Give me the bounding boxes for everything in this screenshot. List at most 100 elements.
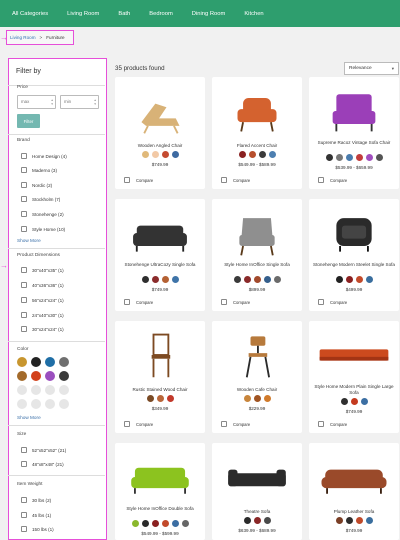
color-option-swatch[interactable] [273, 276, 281, 283]
color-option-swatch[interactable] [335, 276, 343, 283]
nav-all-categories[interactable]: All Categories [12, 11, 48, 17]
product-card[interactable]: Style Home InOffice Single Sofa $899.99 Co… [212, 199, 302, 311]
product-card[interactable]: Style Home InOffice Double Sofa $549.99 -… [115, 443, 205, 540]
color-option-swatch[interactable] [375, 154, 383, 161]
product-name[interactable]: Theatre Sofa [215, 509, 299, 515]
wood-chair-icon[interactable] [115, 329, 205, 381]
wingback-chair-icon[interactable] [212, 207, 302, 259]
compare-checkbox[interactable]: Compare [318, 421, 347, 427]
color-option-swatch[interactable] [355, 276, 363, 283]
color-option-swatch[interactable] [360, 398, 368, 405]
color-option-swatch[interactable] [171, 276, 179, 283]
color-option-swatch[interactable] [243, 395, 251, 402]
product-card[interactable]: Theatre Sofa $639.99 - $689.99 [212, 443, 302, 540]
product-name[interactable]: Plump Leather Sofa [312, 509, 396, 515]
price-min-input[interactable]: max ▴ ▾ [17, 95, 56, 109]
color-show-more-link[interactable]: Show More [17, 415, 41, 420]
color-option-swatch[interactable] [171, 520, 179, 527]
color-option-swatch[interactable] [151, 276, 159, 283]
compare-checkbox[interactable]: Compare [124, 299, 153, 305]
dimension-option[interactable]: 24"x40"x30" (1) [21, 312, 64, 318]
sort-select[interactable]: Relevance ▾ [344, 62, 399, 75]
color-swatch[interactable] [31, 357, 41, 367]
nav-bath[interactable]: Bath [118, 11, 130, 17]
color-option-swatch[interactable] [345, 154, 353, 161]
color-option-swatch[interactable] [335, 517, 343, 524]
color-option-swatch[interactable] [166, 395, 174, 402]
product-name[interactable]: Flared Accent Chair [215, 143, 299, 149]
lounge-chair-icon[interactable] [115, 85, 205, 137]
color-option-swatch[interactable] [345, 276, 353, 283]
color-option-swatch[interactable] [268, 151, 276, 158]
brand-option[interactable]: Home Design (4) [21, 153, 67, 159]
color-swatch[interactable] [59, 357, 69, 367]
color-swatch[interactable] [45, 385, 55, 395]
leather-sofa-icon[interactable] [309, 451, 399, 503]
product-card[interactable]: Wooden Cafe Chair $229.99 Compare [212, 321, 302, 433]
product-card[interactable]: Plump Leather Sofa $749.99 [309, 443, 399, 540]
price-max-input[interactable]: min ▴ ▾ [60, 95, 99, 109]
color-swatch[interactable] [59, 371, 69, 381]
compare-checkbox[interactable]: Compare [124, 421, 153, 427]
color-option-swatch[interactable] [253, 276, 261, 283]
club-chair-icon[interactable] [309, 207, 399, 259]
color-option-swatch[interactable] [263, 517, 271, 524]
dimension-option[interactable]: 56"x24"x24" (1) [21, 297, 64, 303]
color-swatch[interactable] [17, 385, 27, 395]
product-card[interactable]: Style Home Modern Plain Single Large Sof… [309, 321, 399, 433]
product-card[interactable]: Stonehenge UltraCozy Single Sofa $749.99 C… [115, 199, 205, 311]
double-sofa-icon[interactable] [115, 451, 205, 503]
product-name[interactable]: Stonehenge Modern Steelet Single Sofa [312, 262, 396, 268]
nav-living-room[interactable]: Living Room [67, 11, 99, 17]
color-option-swatch[interactable] [365, 154, 373, 161]
product-card[interactable]: Stonehenge Modern Steelet Single Sofa $49… [309, 199, 399, 311]
nav-dining-room[interactable]: Dining Room [192, 11, 226, 17]
color-option-swatch[interactable] [325, 154, 333, 161]
color-option-swatch[interactable] [141, 520, 149, 527]
size-option[interactable]: 48"x8"x48" (21) [21, 461, 64, 467]
brand-option[interactable]: Style Home (10) [21, 226, 65, 232]
color-option-swatch[interactable] [131, 520, 139, 527]
color-option-swatch[interactable] [355, 517, 363, 524]
color-option-swatch[interactable] [335, 154, 343, 161]
color-option-swatch[interactable] [253, 395, 261, 402]
color-option-swatch[interactable] [263, 395, 271, 402]
product-name[interactable]: Wooden Cafe Chair [215, 387, 299, 393]
compare-checkbox[interactable]: Compare [318, 177, 347, 183]
color-option-swatch[interactable] [151, 151, 159, 158]
nav-kitchen[interactable]: Kitchen [244, 11, 263, 17]
color-swatch[interactable] [17, 399, 27, 409]
color-option-swatch[interactable] [248, 151, 256, 158]
color-swatch[interactable] [17, 371, 27, 381]
brand-option[interactable]: Stonehenge (2) [21, 211, 64, 217]
product-name[interactable]: Style Home Modern Plain Single Large Sof… [312, 384, 396, 396]
color-option-swatch[interactable] [365, 276, 373, 283]
product-card[interactable]: Supreme Racoz Vintage Sofa Chair $539.99 … [309, 77, 399, 189]
armchair-icon[interactable] [212, 85, 302, 137]
color-option-swatch[interactable] [151, 520, 159, 527]
brand-option[interactable]: Stockholm (7) [21, 196, 60, 202]
compare-checkbox[interactable]: Compare [221, 421, 250, 427]
tufted-chair-icon[interactable] [309, 85, 399, 137]
color-swatch[interactable] [45, 357, 55, 367]
color-option-swatch[interactable] [161, 276, 169, 283]
color-option-swatch[interactable] [365, 517, 373, 524]
weight-option[interactable]: 45 lbs (1) [21, 512, 51, 518]
color-option-swatch[interactable] [141, 276, 149, 283]
theatre-sofa-icon[interactable] [212, 451, 302, 503]
product-name[interactable]: Stonehenge UltraCozy Single Sofa [118, 262, 202, 268]
color-option-swatch[interactable] [156, 395, 164, 402]
weight-option[interactable]: 30 lbs (2) [21, 497, 51, 503]
color-option-swatch[interactable] [243, 517, 251, 524]
chesterfield-sofa-icon[interactable] [115, 207, 205, 259]
color-option-swatch[interactable] [253, 517, 261, 524]
color-option-swatch[interactable] [161, 520, 169, 527]
product-name[interactable]: Style Home InOffice Single Sofa [215, 262, 299, 268]
brand-option[interactable]: Maderno (3) [21, 167, 57, 173]
long-sofa-icon[interactable] [309, 329, 399, 381]
brand-show-more-link[interactable]: Show More [17, 238, 41, 243]
color-swatch[interactable] [45, 371, 55, 381]
breadcrumb-living-room[interactable]: Living Room [10, 35, 36, 40]
size-option[interactable]: 52"x52"x52" (21) [21, 447, 66, 453]
cafe-chair-icon[interactable] [212, 329, 302, 381]
